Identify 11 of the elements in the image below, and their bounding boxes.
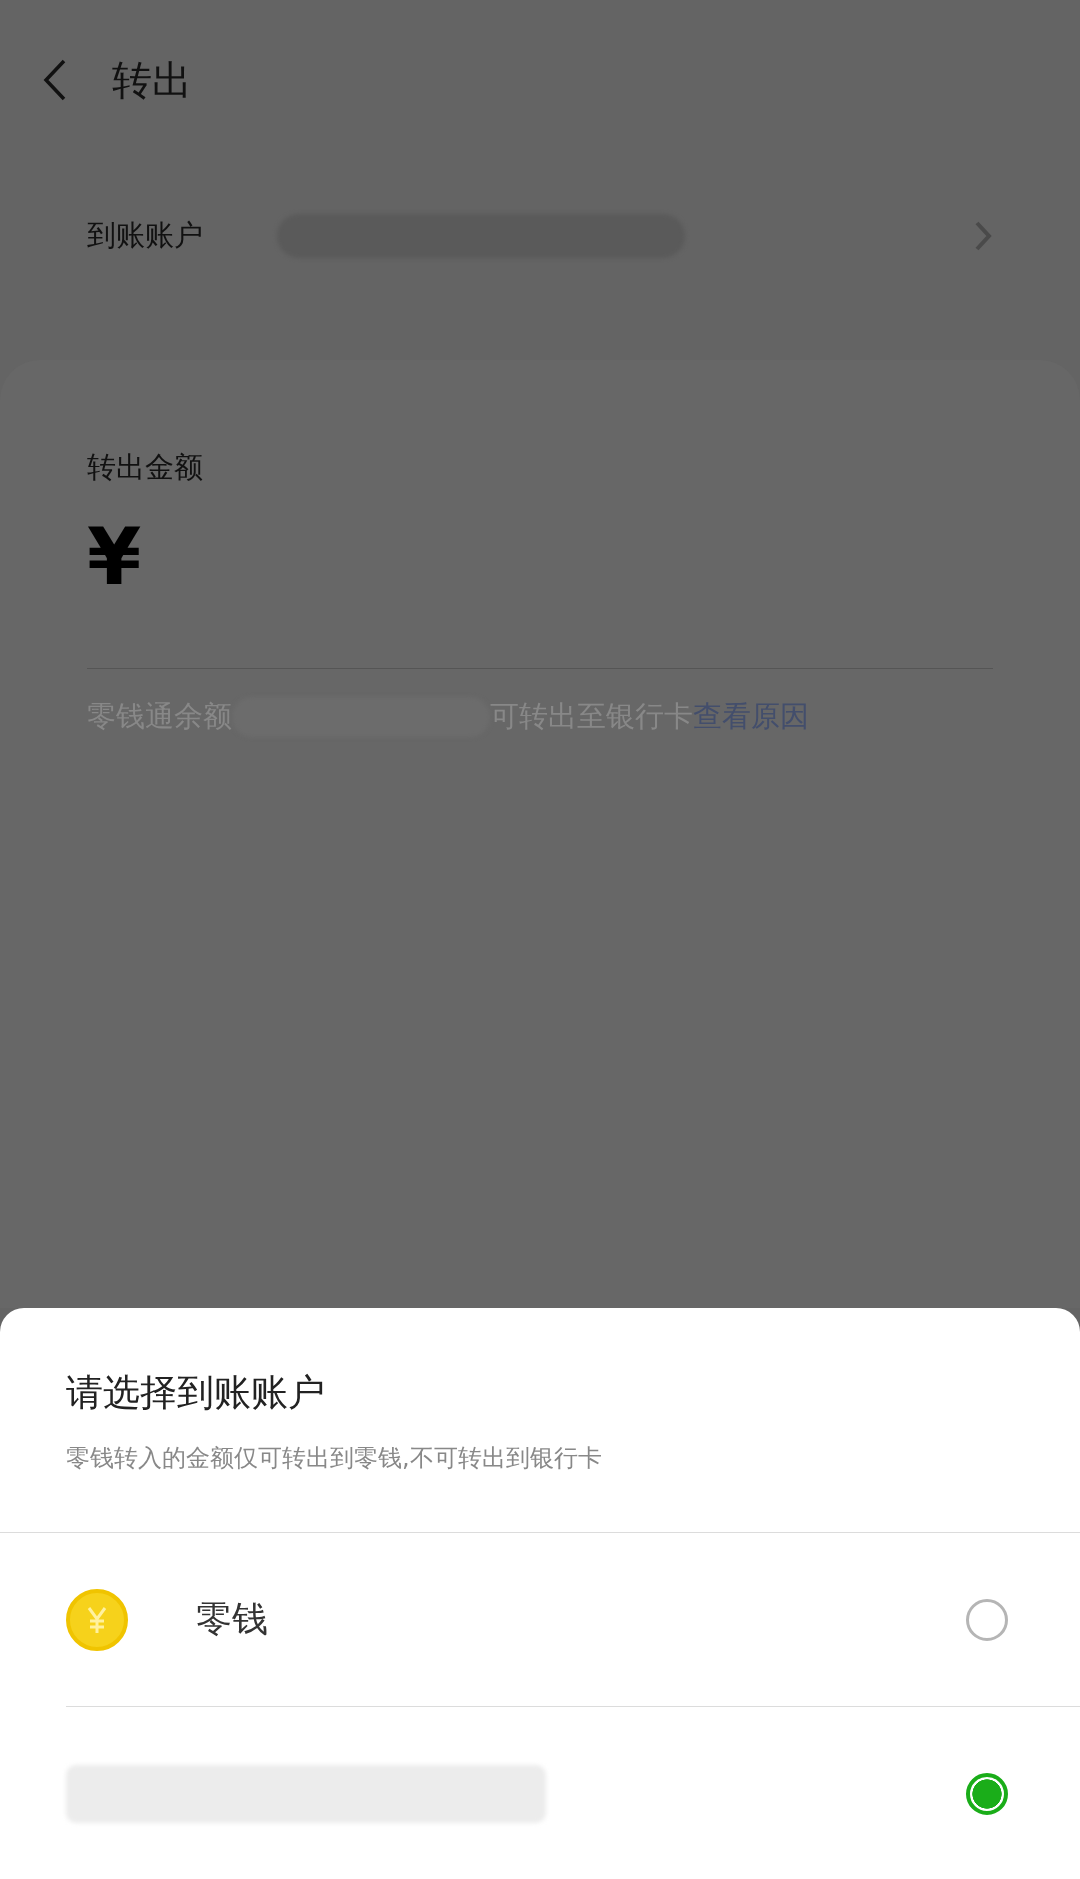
coin-icon: [66, 1588, 128, 1651]
account-label: 到账账户: [87, 217, 204, 254]
chevron-icon[interactable]: [974, 220, 992, 252]
sheet-subtitle: 零钱转入的金额仅可转出到零钱,不可转出到银行卡: [66, 1443, 603, 1474]
amount-label: 转出金额: [87, 449, 204, 486]
option-label[interactable]: 零钱: [196, 1595, 268, 1644]
sheet-title: 请选择到账账户: [66, 1370, 326, 1416]
radio-button[interactable]: [966, 1598, 1008, 1641]
page-title: 转出: [112, 55, 192, 105]
back-icon[interactable]: [42, 58, 68, 102]
radio-button[interactable]: [966, 1772, 1008, 1815]
